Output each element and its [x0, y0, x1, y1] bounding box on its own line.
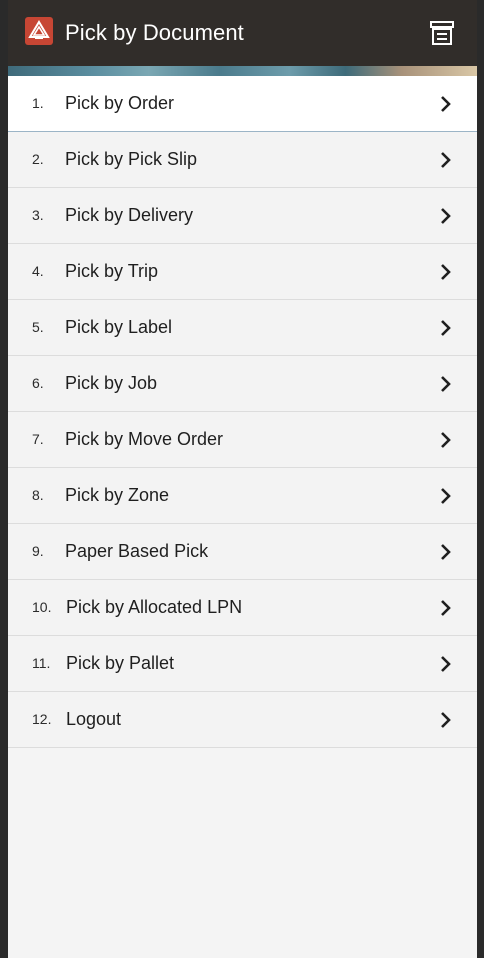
menu-item-pick-by-allocated-lpn[interactable]: 10. Pick by Allocated LPN — [8, 580, 477, 636]
menu-item-label: Pick by Move Order — [65, 429, 224, 449]
chevron-right-icon — [441, 544, 451, 560]
chevron-right-icon — [441, 208, 451, 224]
menu-item-label: Pick by Pallet — [66, 653, 175, 673]
menu-content: 1. Pick by Order 2. Pick by Pick Slip 3.… — [8, 76, 477, 958]
menu-item-pick-by-move-order[interactable]: 7. Pick by Move Order — [8, 412, 477, 468]
menu-item-number: 8. — [32, 487, 44, 503]
chevron-right-icon — [441, 432, 451, 448]
menu-item-pick-by-zone[interactable]: 8. Pick by Zone — [8, 468, 477, 524]
menu-item-label: Pick by Allocated LPN — [66, 597, 243, 617]
chevron-right-icon — [441, 488, 451, 504]
menu-item-number: 6. — [32, 375, 44, 391]
chevron-right-icon — [441, 152, 451, 168]
menu-drawer-icon[interactable] — [429, 20, 455, 46]
chevron-right-icon — [441, 264, 451, 280]
menu-item-number: 12. — [32, 711, 52, 727]
menu-item-label: Paper Based Pick — [65, 541, 209, 561]
menu-item-number: 11. — [32, 655, 51, 671]
menu-item-pick-by-label[interactable]: 5. Pick by Label — [8, 300, 477, 356]
menu-item-number: 1. — [32, 95, 44, 111]
menu-item-label: Pick by Delivery — [65, 205, 194, 225]
menu-item-label: Pick by Job — [65, 373, 158, 393]
app-header: Pick by Document — [8, 0, 477, 66]
menu-item-pick-by-pallet[interactable]: 11. Pick by Pallet — [8, 636, 477, 692]
chevron-right-icon — [441, 600, 451, 616]
menu-item-number: 9. — [32, 543, 44, 559]
menu-item-label: Pick by Pick Slip — [65, 149, 198, 169]
menu-item-label: Pick by Trip — [65, 261, 159, 281]
menu-item-logout[interactable]: 12. Logout — [8, 692, 477, 748]
menu-item-number: 10. — [32, 599, 52, 615]
menu-item-label: Pick by Order — [65, 93, 175, 113]
menu-item-label: Pick by Label — [65, 317, 173, 337]
menu-item-pick-by-pick-slip[interactable]: 2. Pick by Pick Slip — [8, 132, 477, 188]
menu-item-pick-by-job[interactable]: 6. Pick by Job — [8, 356, 477, 412]
chevron-right-icon — [441, 712, 451, 728]
menu-item-number: 3. — [32, 207, 44, 223]
chevron-right-icon — [441, 656, 451, 672]
menu-item-pick-by-delivery[interactable]: 3. Pick by Delivery — [8, 188, 477, 244]
menu-item-paper-based-pick[interactable]: 9. Paper Based Pick — [8, 524, 477, 580]
header-banner-image — [8, 66, 477, 76]
page-title: Pick by Document — [65, 20, 244, 45]
chevron-right-icon — [441, 376, 451, 392]
chevron-right-icon — [441, 320, 451, 336]
menu-item-label: Pick by Zone — [65, 485, 170, 505]
app-frame: Pick by Document 1. Pick by Order 2. Pic… — [0, 0, 484, 958]
menu-item-pick-by-trip[interactable]: 4. Pick by Trip — [8, 244, 477, 300]
chevron-right-icon — [441, 96, 451, 112]
oracle-app-logo-icon — [25, 17, 53, 45]
menu-item-label: Logout — [66, 709, 122, 729]
pick-document-menu: 1. Pick by Order 2. Pick by Pick Slip 3.… — [8, 76, 477, 748]
menu-item-number: 7. — [32, 431, 44, 447]
menu-item-number: 2. — [32, 151, 44, 167]
menu-item-pick-by-order[interactable]: 1. Pick by Order — [8, 76, 477, 132]
menu-item-number: 4. — [32, 263, 44, 279]
menu-item-number: 5. — [32, 319, 44, 335]
